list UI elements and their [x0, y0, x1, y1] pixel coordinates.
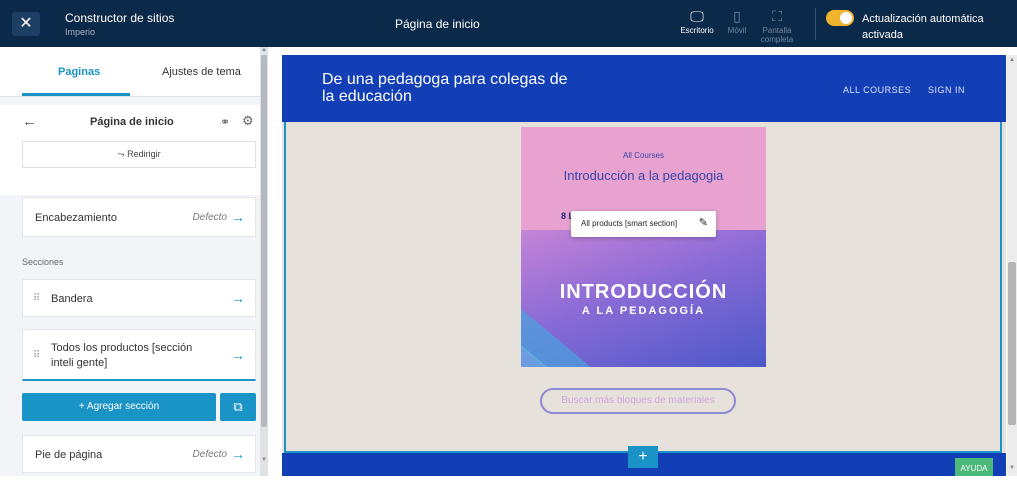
section-library-button[interactable]: ⧉: [220, 393, 256, 421]
section-label-all-products: Todos los productos [sección inteli gent…: [51, 342, 193, 369]
header-default-label: Defecto: [192, 212, 227, 223]
scroll-down-icon[interactable]: ▼: [261, 457, 267, 463]
back-arrow-icon[interactable]: ←: [22, 113, 37, 130]
device-mobile-label: Móvil: [727, 26, 747, 35]
current-page-name: Página de inicio: [395, 17, 480, 31]
copy-icon: ⧉: [233, 399, 243, 414]
close-icon: ✕: [19, 15, 33, 32]
course-title: Introducción a la pedagogia: [563, 168, 724, 183]
footer-section-card[interactable]: Pie de página Defecto →: [22, 435, 256, 473]
fullscreen-icon: ⛶: [772, 8, 782, 24]
gear-icon[interactable]: ⚙: [242, 113, 254, 129]
more-blocks-button[interactable]: Buscar más bloques de materiales: [540, 388, 736, 414]
drag-handle-icon[interactable]: ⠿: [33, 350, 40, 361]
course-category: All Courses: [623, 151, 664, 160]
page-panel-header: ← Página de inicio ⚭ ⚙ ⤳ Redirigir: [0, 105, 260, 195]
section-label-banner: Bandera: [51, 293, 93, 305]
arrow-right-icon: →: [231, 209, 245, 225]
site-title[interactable]: De una pedagoga para colegas de la educa…: [322, 71, 582, 105]
help-button[interactable]: AYUDA: [955, 458, 993, 476]
smart-section-label: All products [smart section]: [581, 219, 678, 228]
close-button[interactable]: ✕: [12, 12, 40, 36]
add-section-button[interactable]: + Agregar sección: [22, 393, 216, 421]
redirect-label: Redirigir: [127, 149, 161, 159]
top-bar: ✕ Constructor de sitios Imperio Página d…: [0, 0, 1017, 47]
smart-section-tooltip[interactable]: All products [smart section] ✎: [571, 211, 716, 237]
sidebar: Paginas Ajustes de tema ← Página de inic…: [0, 47, 268, 476]
scroll-up-icon[interactable]: ▲: [261, 47, 267, 53]
auto-update-toggle[interactable]: [826, 10, 854, 26]
redirect-button[interactable]: ⤳ Redirigir: [22, 141, 256, 168]
panel-title: Página de inicio: [90, 116, 174, 128]
active-tab-indicator: [22, 93, 130, 96]
course-card[interactable]: All Courses Introducción a la pedagogia …: [521, 127, 766, 367]
topbar-divider: [815, 8, 816, 40]
nav-all-courses[interactable]: ALL COURSES: [843, 85, 911, 95]
site-header: De una pedagoga para colegas de la educa…: [282, 55, 1006, 122]
redirect-icon: ⤳: [117, 149, 128, 159]
footer-section-label: Pie de página: [35, 449, 103, 461]
section-card-banner[interactable]: ⠿ Bandera →: [22, 279, 256, 317]
device-fullscreen-label: Pantalla completa: [760, 26, 794, 44]
app-title: Constructor de sitios: [65, 11, 175, 25]
header-section-label: Encabezamiento: [35, 212, 117, 224]
link-icon[interactable]: ⚭: [220, 115, 230, 129]
cover-title: INTRODUCCIÓN: [559, 281, 728, 303]
section-card-all-products[interactable]: ⠿ Todos los productos [sección inteli ge…: [22, 329, 256, 381]
arrow-right-icon: →: [231, 347, 245, 363]
device-desktop-label: Escritorio: [680, 26, 714, 35]
toggle-knob: [840, 12, 852, 24]
app-subtitle: Imperio: [65, 27, 96, 37]
tab-pages[interactable]: Paginas: [58, 66, 100, 78]
add-block-button[interactable]: +: [628, 446, 658, 468]
footer-default-label: Defecto: [192, 449, 227, 460]
scroll-down-icon[interactable]: ▼: [1009, 465, 1015, 471]
auto-update-label: Actualización automática activada: [862, 13, 984, 41]
header-section-card[interactable]: Encabezamiento Defecto →: [22, 197, 256, 237]
cover-subtitle: A LA PEDAGOGÍA: [581, 305, 706, 317]
tab-theme-settings[interactable]: Ajustes de tema: [162, 66, 241, 78]
sidebar-scrollbar-thumb[interactable]: [261, 55, 267, 427]
course-cover-image: INTRODUCCIÓN A LA PEDAGOGÍA: [521, 230, 766, 367]
arrow-right-icon: →: [231, 290, 245, 306]
drag-handle-icon[interactable]: ⠿: [33, 293, 40, 304]
pencil-icon[interactable]: ✎: [699, 216, 708, 229]
sections-heading: Secciones: [22, 257, 64, 267]
site-preview: De una pedagoga para colegas de la educa…: [282, 55, 1006, 476]
nav-sign-in[interactable]: SIGN IN: [928, 85, 965, 95]
preview-scrollbar-thumb[interactable]: [1008, 262, 1016, 425]
scroll-up-icon[interactable]: ▲: [1009, 57, 1015, 63]
sidebar-tabs: Paginas Ajustes de tema: [0, 47, 260, 97]
device-fullscreen-button[interactable]: ⛶ Pantalla completa: [752, 8, 802, 44]
arrow-right-icon: →: [231, 446, 245, 462]
